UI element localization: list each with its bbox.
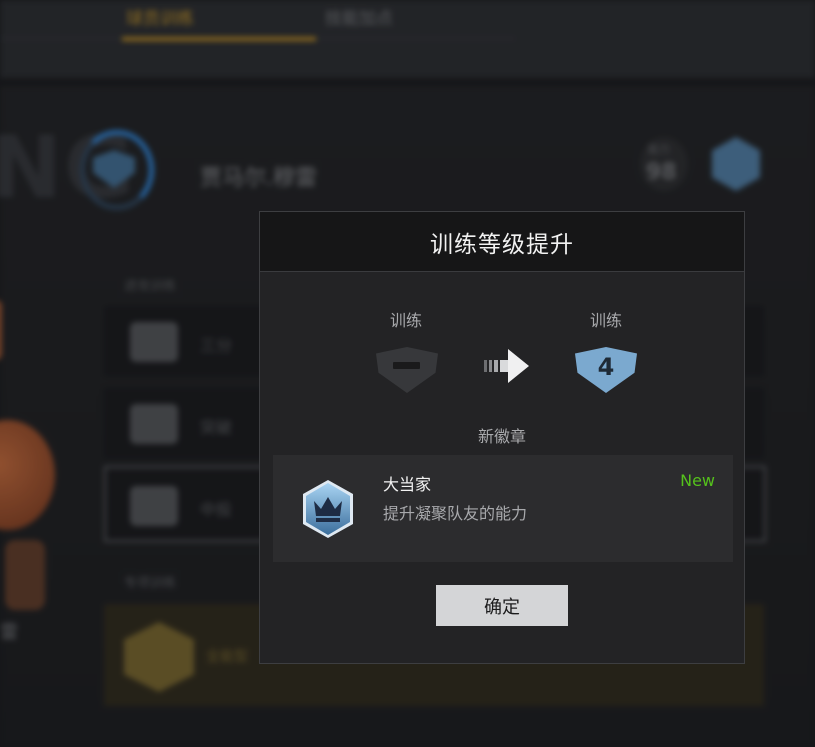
- dialog-title: 训练等级提升: [430, 231, 574, 258]
- level-up-dialog: 训练等级提升 训练 训练 4 新徽章 大当家 提升凝聚队友的能力 New 确定: [259, 211, 745, 664]
- to-level-label: 训练: [589, 311, 622, 330]
- previous-level-badge-icon: [376, 347, 438, 393]
- dialog-header: 训练等级提升: [260, 212, 744, 272]
- new-badge-card: 大当家 提升凝聚队友的能力 New: [273, 455, 733, 562]
- new-badge-heading: 新徽章: [477, 427, 526, 446]
- dash-icon: [393, 362, 420, 369]
- confirm-button[interactable]: 确定: [436, 585, 568, 626]
- from-level-label: 训练: [389, 311, 422, 330]
- new-tag: New: [680, 471, 715, 490]
- badge-name: 大当家: [383, 475, 432, 494]
- arrow-right-icon: [484, 349, 529, 383]
- new-level-badge-icon: 4: [575, 347, 637, 393]
- crown-icon: [303, 480, 353, 538]
- new-level-number: 4: [597, 353, 615, 381]
- badge-description: 提升凝聚队友的能力: [383, 504, 528, 523]
